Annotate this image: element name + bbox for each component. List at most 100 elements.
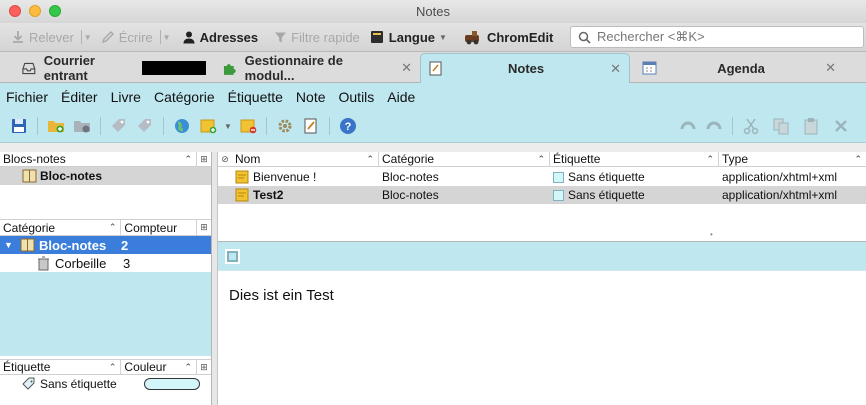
table-row[interactable]: Sans étiquette [0,375,211,393]
table-row[interactable]: Corbeille 3 [0,254,211,272]
column-picker-icon[interactable]: ⊞ [197,362,211,373]
menu-note[interactable]: Note [296,89,326,105]
undo-button[interactable] [677,115,699,137]
tab-inbox-label: Courrier entrant [43,53,95,83]
menu-label[interactable]: Étiquette [228,89,283,105]
write-button[interactable]: Écrire [96,26,158,48]
new-label-button[interactable] [108,115,130,137]
pencil-icon [101,31,114,44]
chevron-down-icon[interactable]: ▼ [163,33,171,42]
categories-header[interactable]: Catégorie ⌃ Compteur ⊞ [0,219,211,236]
delete-note-button[interactable] [237,115,259,137]
table-row[interactable]: Bienvenue ! Bloc-notes Sans étiquette ap… [218,168,866,186]
note-edit-icon [304,118,317,134]
label-column-header[interactable]: Étiquette ⌃ [550,152,719,166]
label-header-label: Étiquette [553,152,601,166]
edit-note-button[interactable] [300,115,322,137]
category-name: Bloc-notes [39,237,107,253]
tab-inbox[interactable]: Courrier entrant [14,53,214,83]
tab-notes[interactable]: Notes ✕ [420,53,630,83]
splitter-grip-icon[interactable]: • [710,230,713,239]
menu-category[interactable]: Catégorie [154,89,215,105]
gear-icon [278,119,292,133]
table-row[interactable]: ▼ Bloc-notes 2 [0,236,211,254]
menu-file[interactable]: Fichier [6,89,48,105]
notes-table-header: ⊘ Nom ⌃ Catégorie ⌃ Étiquette ⌃ Type ⌃ [218,152,866,167]
tab-notes-label: Notes [507,61,545,76]
menu-tools[interactable]: Outils [339,89,375,105]
notebook-label: Bloc-notes [40,169,103,183]
zoom-window-button[interactable] [49,5,61,17]
label-swatch-icon[interactable] [225,248,240,264]
paste-button[interactable] [800,115,822,137]
copy-icon [773,118,789,135]
chevron-up-icon: ⌃ [108,222,117,232]
label-swatch-icon [553,189,564,201]
search-field[interactable]: Rechercher <⌘K> [570,26,864,48]
chevron-up-icon: ⌃ [854,153,862,164]
chromedit-button[interactable]: ChromEdit [458,26,558,48]
label-swatch-icon [553,171,564,183]
name-column-header[interactable]: Nom ⌃ [232,152,379,166]
notebooks-column-header[interactable]: Blocs-notes ⌃ [0,152,198,166]
categories-empty-area [0,272,211,356]
close-window-button[interactable] [9,5,21,17]
menu-edit[interactable]: Éditer [61,89,98,105]
window-title: Notes [416,4,450,19]
note-icon [235,188,249,202]
note-type: application/xhtml+xml [722,170,838,184]
attachment-column-icon[interactable]: ⊘ [218,154,232,165]
count-column-header[interactable]: Compteur [121,220,198,235]
globe-button[interactable] [171,115,193,137]
column-picker-icon[interactable]: ⊞ [197,154,211,165]
minimize-window-button[interactable] [29,5,41,17]
close-icon[interactable]: ✕ [825,60,836,76]
note-content[interactable]: Dies ist ein Test [218,271,866,320]
new-note-button[interactable] [197,115,219,137]
save-button[interactable] [8,115,30,137]
copy-button[interactable] [770,115,792,137]
tab-addons[interactable]: Gestionnaire de modul... ✕ [214,53,420,83]
notebooks-header[interactable]: Blocs-notes ⌃ ⊞ [0,152,211,167]
labels-header[interactable]: Étiquette ⌃ Couleur ⌃ ⊞ [0,359,211,375]
puzzle-icon [223,63,236,75]
label-color-swatch[interactable] [144,378,200,390]
color-column-header[interactable]: Couleur ⌃ [121,360,198,374]
cut-button[interactable] [740,115,762,137]
chevron-up-icon: ⌃ [184,361,193,372]
redo-button[interactable] [703,115,725,137]
close-icon[interactable]: ✕ [610,61,621,77]
column-picker-icon[interactable]: ⊞ [197,222,211,233]
toolbar-separator [328,117,330,135]
edit-notebook-button[interactable] [71,115,93,137]
settings-button[interactable] [274,115,296,137]
language-button[interactable]: Langue ▼ [365,26,452,48]
toolbar-separator [265,117,267,135]
left-pane: Blocs-notes ⌃ ⊞ Bloc-notes Catégorie ⌃ C… [0,152,212,405]
category-column-header[interactable]: Catégorie ⌃ [0,220,122,235]
type-column-header[interactable]: Type ⌃ [719,152,866,166]
new-notebook-button[interactable] [45,115,67,137]
tab-calendar[interactable]: Agenda ✕ [634,54,844,82]
address-book-button[interactable]: Adresses [177,26,264,48]
label-column-header[interactable]: Étiquette ⌃ [0,360,122,374]
table-row[interactable]: Test2 Bloc-notes Sans étiquette applicat… [218,186,866,204]
save-icon [12,119,26,133]
quick-filter-button[interactable]: Filtre rapide [269,26,365,48]
svg-text:?: ? [345,121,352,133]
close-icon[interactable]: ✕ [401,60,412,76]
chevron-down-icon[interactable]: ▼ [84,33,92,42]
get-mail-button[interactable]: Relever [6,26,79,48]
chevron-down-icon[interactable]: ▼ [224,122,232,131]
person-icon [183,31,195,44]
help-button[interactable]: ? [337,115,359,137]
menu-help[interactable]: Aide [387,89,415,105]
delete-button[interactable] [830,115,852,137]
disclosure-triangle-icon[interactable]: ▼ [0,240,20,250]
list-item[interactable]: Bloc-notes [0,167,211,185]
edit-label-button[interactable] [134,115,156,137]
menu-book[interactable]: Livre [111,89,141,105]
chevron-up-icon: ⌃ [706,153,714,164]
category-column-header[interactable]: Catégorie ⌃ [379,152,550,166]
category-name: Corbeille [55,255,107,271]
